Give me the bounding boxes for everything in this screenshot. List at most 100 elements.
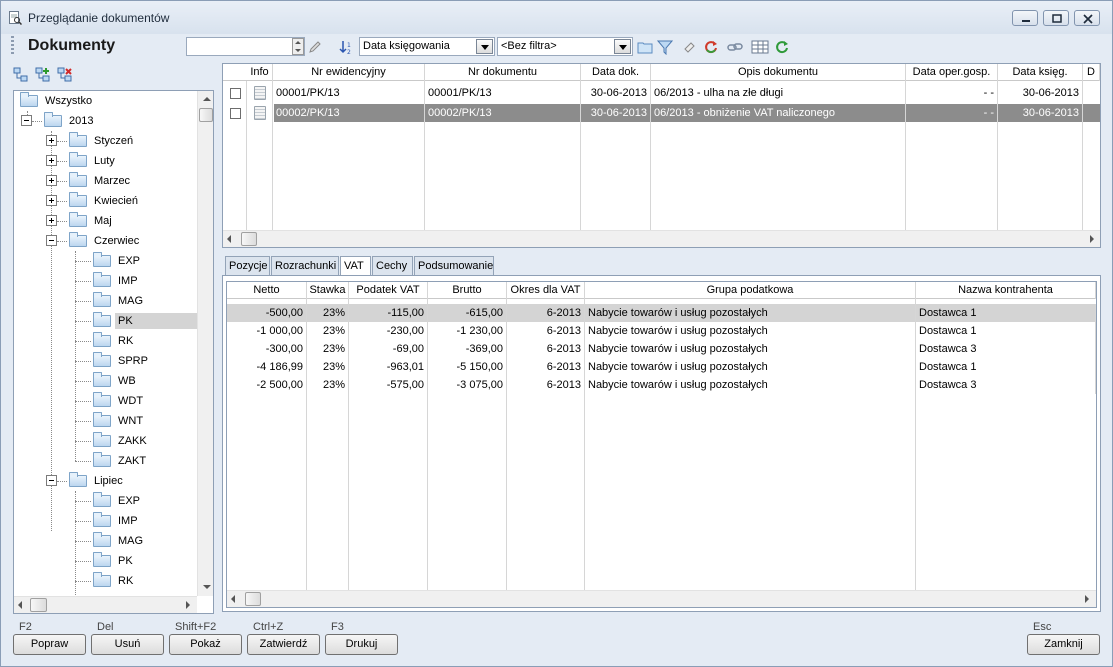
usuń-button[interactable]: Usuń (91, 634, 164, 655)
scroll-up-icon[interactable] (203, 97, 211, 101)
vat-grid[interactable]: Netto Stawka Podatek VAT Brutto Okres dla VA… (226, 281, 1097, 608)
documents-grid[interactable]: Info Nr ewidencyjny Nr dokumentu Data dok. O… (222, 63, 1101, 248)
expand-icon[interactable] (46, 195, 57, 206)
column-header[interactable]: Podatek VAT (349, 282, 428, 299)
tree-node-label: EXP (118, 255, 141, 267)
shortcut-label: Ctrl+Z (253, 621, 284, 633)
scroll-thumb[interactable] (245, 592, 261, 606)
collapse-icon[interactable] (21, 115, 32, 126)
tree-add-icon[interactable] (35, 67, 51, 83)
filter-icon[interactable] (657, 39, 673, 55)
zatwierdź-button[interactable]: Zatwierdź (247, 634, 320, 655)
drukuj-button[interactable]: Drukuj (325, 634, 398, 655)
column-header[interactable]: Opis dokumentu (651, 64, 906, 81)
tree-vertical-scrollbar[interactable] (197, 91, 213, 596)
scroll-left-icon[interactable] (227, 235, 231, 243)
sort-ascending-icon[interactable]: 12 (338, 39, 354, 55)
search-spinner[interactable] (292, 38, 304, 55)
scroll-left-icon[interactable] (231, 595, 235, 603)
cell-nr-ew: 00001/PK/13 (273, 84, 425, 102)
vat-horizontal-scrollbar[interactable] (227, 590, 1096, 607)
close-button[interactable]: Zamknij (1027, 634, 1100, 655)
vat-row[interactable]: -300,00 23% -69,00 -369,00 6-2013 Nabycie tow… (227, 340, 1096, 358)
column-header[interactable]: Info (247, 64, 273, 81)
column-header[interactable]: Stawka (307, 282, 349, 299)
close-window-button[interactable] (1074, 10, 1100, 26)
scroll-right-icon[interactable] (1085, 595, 1089, 603)
popraw-button[interactable]: Popraw (13, 634, 86, 655)
chevron-down-icon[interactable] (614, 39, 631, 54)
scroll-right-icon[interactable] (1090, 235, 1094, 243)
column-header[interactable]: Data oper.gosp. (906, 64, 998, 81)
scroll-thumb[interactable] (241, 232, 257, 246)
vat-row[interactable]: -500,00 23% -115,00 -615,00 6-2013 Nabycie to… (227, 304, 1096, 322)
tree-node-label: Maj (94, 215, 112, 227)
table-view-icon[interactable] (751, 39, 769, 55)
column-header[interactable]: Brutto (428, 282, 507, 299)
column-header[interactable]: Data księg. (998, 64, 1083, 81)
vat-row[interactable]: -1 000,00 23% -230,00 -1 230,00 6-2013 Nabyci… (227, 322, 1096, 340)
main-window: Przeglądanie dokumentów Dokumenty 12 Dat… (0, 0, 1113, 667)
tree-node-label: Czerwiec (94, 235, 140, 247)
scroll-down-icon[interactable] (203, 585, 211, 589)
tree-horizontal-scrollbar[interactable] (14, 596, 197, 613)
refresh-green-icon[interactable] (774, 39, 790, 55)
tab-podsumowanie[interactable]: Podsumowanie (414, 256, 494, 275)
scroll-thumb[interactable] (199, 108, 213, 122)
tree-remove-icon[interactable] (57, 67, 73, 83)
tree-expand-icon[interactable] (13, 67, 29, 83)
vat-row[interactable]: -2 500,00 23% -575,00 -3 075,00 6-2013 Nabyci… (227, 376, 1096, 394)
search-input[interactable] (186, 37, 305, 56)
column-header[interactable]: Nr ewidencyjny (273, 64, 425, 81)
filter-select[interactable]: <Bez filtra> (497, 37, 633, 56)
pokaż-button[interactable]: Pokaż (169, 634, 242, 655)
folder-icon[interactable] (637, 39, 653, 55)
tab-vat[interactable]: VAT (340, 256, 371, 276)
column-header[interactable]: D (1083, 64, 1100, 81)
expand-icon[interactable] (46, 135, 57, 146)
row-checkbox[interactable] (230, 88, 241, 99)
link-icon[interactable] (727, 39, 743, 55)
column-header[interactable]: Netto (227, 282, 307, 299)
cell-netto: -500,00 (227, 304, 307, 322)
document-row[interactable]: 00002/PK/13 00002/PK/13 30-06-2013 06/2013 … (274, 104, 1100, 122)
folder-icon (93, 532, 111, 547)
column-header[interactable]: Nr dokumentu (425, 64, 581, 81)
column-header[interactable]: Okres dla VAT (507, 282, 585, 299)
eraser-icon[interactable] (681, 39, 697, 55)
expand-icon[interactable] (46, 175, 57, 186)
tree-node-label: 2013 (69, 115, 94, 127)
documents-horizontal-scrollbar[interactable] (223, 230, 1100, 247)
tab-rozrachunki[interactable]: Rozrachunki (271, 256, 339, 275)
cell-data-ksieg: 30-06-2013 (998, 84, 1083, 102)
collapse-icon[interactable] (46, 235, 57, 246)
folder-icon (93, 352, 111, 367)
vat-row[interactable]: -4 186,99 23% -963,01 -5 150,00 6-2013 Nabyci… (227, 358, 1096, 376)
chevron-down-icon[interactable] (476, 39, 493, 54)
scroll-left-icon[interactable] (18, 601, 22, 609)
restore-icon (1052, 14, 1062, 23)
scroll-thumb[interactable] (30, 598, 47, 612)
restore-button[interactable] (1043, 10, 1069, 26)
tab-pozycje[interactable]: Pozycje (225, 256, 270, 275)
cell-opis: 06/2013 - ulha na złe długi (651, 84, 906, 102)
column-header[interactable]: Data dok. (581, 64, 651, 81)
scroll-right-icon[interactable] (186, 601, 190, 609)
row-checkbox[interactable] (230, 108, 241, 119)
collapse-icon[interactable] (46, 475, 57, 486)
toolbar-grip[interactable] (11, 36, 14, 56)
expand-icon[interactable] (46, 215, 57, 226)
sort-field-select[interactable]: Data księgowania (359, 37, 495, 56)
column-header[interactable]: Nazwa kontrahenta (916, 282, 1096, 299)
pencil-icon[interactable] (307, 39, 323, 55)
minimize-button[interactable] (1012, 10, 1038, 26)
cell-brutto: -5 150,00 (428, 358, 507, 376)
folder-icon (93, 492, 111, 507)
expand-icon[interactable] (46, 155, 57, 166)
refresh-red-icon[interactable] (703, 39, 719, 55)
cell-kontrahent: Dostawca 1 (916, 358, 1096, 376)
document-row[interactable]: 00001/PK/13 00001/PK/13 30-06-2013 06/2013 … (223, 84, 1100, 102)
column-header[interactable]: Grupa podatkowa (585, 282, 916, 299)
tab-cechy[interactable]: Cechy (372, 256, 413, 275)
folder-tree[interactable]: Wszystko 2013 Styczeń Luty Marzec Kwiecień M… (13, 90, 214, 614)
